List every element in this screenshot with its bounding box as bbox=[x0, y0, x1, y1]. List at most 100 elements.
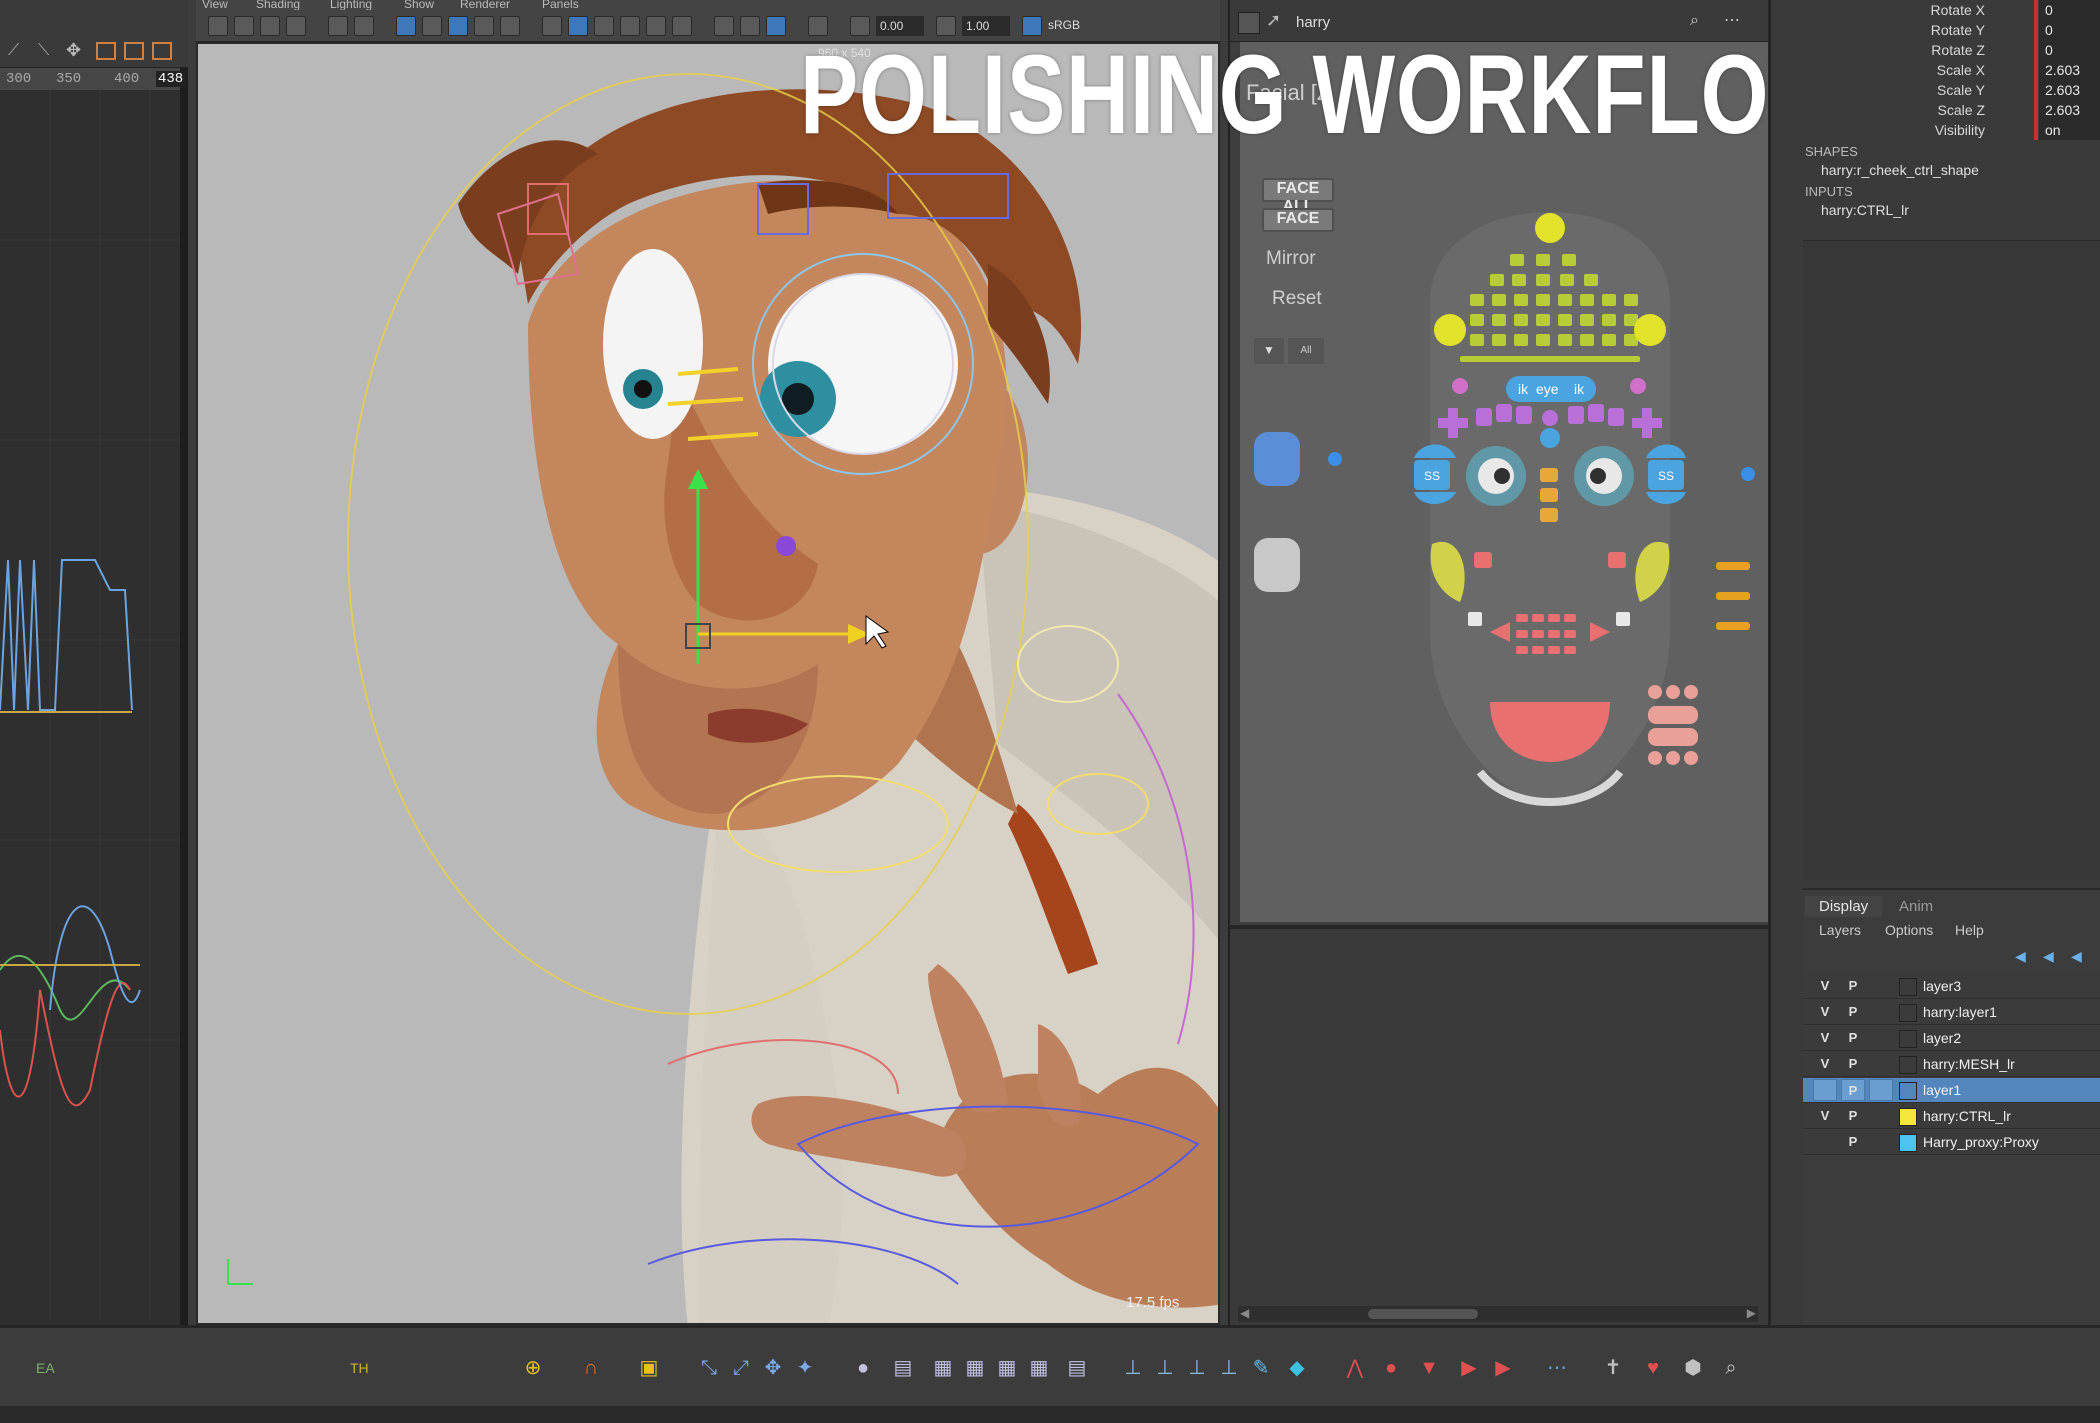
safe-action-icon[interactable] bbox=[500, 16, 520, 36]
display-type-toggle[interactable] bbox=[1869, 1079, 1893, 1101]
visibility-toggle[interactable]: V bbox=[1813, 1105, 1837, 1127]
menu-help[interactable]: Help bbox=[1955, 922, 1984, 938]
display-type-toggle[interactable] bbox=[1869, 975, 1893, 997]
xray-icon[interactable] bbox=[740, 16, 760, 36]
horizontal-scrollbar[interactable]: ◀ ▶ bbox=[1238, 1306, 1758, 1322]
layer-row[interactable]: V Player2 bbox=[1803, 1026, 2100, 1051]
layer-row[interactable]: V Player3 bbox=[1803, 974, 2100, 999]
attr-value[interactable]: 0 bbox=[2039, 20, 2100, 40]
motion-trail-icon[interactable]: ⋀ bbox=[1342, 1356, 1368, 1380]
paste-pose-icon[interactable]: ▦ bbox=[962, 1356, 988, 1380]
layer-name[interactable]: layer1 bbox=[1923, 1082, 1961, 1098]
search-icon[interactable]: ⌕ bbox=[1718, 1356, 1744, 1380]
copy-pose-icon[interactable]: ▦ bbox=[930, 1356, 956, 1380]
draw-tool-icon[interactable]: ⟍ bbox=[38, 42, 49, 60]
cube-icon[interactable]: ⬢ bbox=[1680, 1356, 1706, 1380]
select-curves-icon[interactable]: ⤡ bbox=[696, 1356, 722, 1380]
menu-layers[interactable]: Layers bbox=[1819, 922, 1861, 938]
constraint-icon-3[interactable]: ⊥ bbox=[1184, 1356, 1210, 1380]
layer-row[interactable]: V Pharry:layer1 bbox=[1803, 1000, 2100, 1025]
chevron-down-icon[interactable]: ▼ bbox=[1254, 338, 1284, 364]
attr-rotate-x[interactable]: Rotate X 0 bbox=[1771, 0, 2100, 20]
layer-name[interactable]: layer3 bbox=[1923, 978, 1961, 994]
graph-ruler[interactable]: 300 350 400 438 bbox=[0, 68, 186, 90]
visibility-toggle[interactable] bbox=[1813, 1079, 1837, 1101]
layer-name[interactable]: harry:CTRL_lr bbox=[1923, 1108, 2011, 1124]
scroll-left-icon[interactable]: ◀ bbox=[1240, 1306, 1249, 1320]
move-layer-up-icon[interactable]: ◀ bbox=[2015, 948, 2026, 965]
constraint-icon-4[interactable]: ⊥ bbox=[1216, 1356, 1242, 1380]
play-icon[interactable]: ▶ bbox=[1490, 1356, 1516, 1380]
attr-visibility[interactable]: Visibility on bbox=[1771, 120, 2100, 140]
face-control-map[interactable]: ik eye ik SS SS bbox=[1340, 162, 1760, 922]
playback-toggle[interactable]: P bbox=[1841, 975, 1865, 997]
ghost-icon[interactable]: ● bbox=[850, 1356, 876, 1380]
attr-value[interactable]: 0 bbox=[2039, 40, 2100, 60]
resolution-gate-icon[interactable] bbox=[422, 16, 442, 36]
layer-color-swatch[interactable] bbox=[1899, 1134, 1917, 1152]
key-icon[interactable]: ▣ bbox=[636, 1356, 662, 1380]
layer-color-swatch[interactable] bbox=[1899, 1004, 1917, 1022]
globe-icon[interactable]: ⊕ bbox=[520, 1356, 546, 1380]
menu-options[interactable]: Options bbox=[1885, 922, 1933, 938]
ambient-occlusion-icon[interactable] bbox=[672, 16, 692, 36]
curve-tool-icon[interactable]: ⟋ bbox=[8, 42, 19, 60]
gate-mask-icon[interactable] bbox=[448, 16, 468, 36]
ea-label[interactable]: EA bbox=[36, 1360, 55, 1376]
menu-show[interactable]: Show bbox=[404, 0, 434, 10]
bookmark-red-icon[interactable]: ▼ bbox=[1416, 1356, 1442, 1380]
xray-joints-icon[interactable] bbox=[766, 16, 786, 36]
playblast-icon[interactable]: ▶ bbox=[1456, 1356, 1482, 1380]
playback-toggle[interactable]: P bbox=[1841, 1079, 1865, 1101]
constraint-icon[interactable]: ⊥ bbox=[1120, 1356, 1146, 1380]
camera-attributes-icon[interactable] bbox=[260, 16, 280, 36]
time-slider[interactable] bbox=[0, 1406, 2100, 1423]
textured-icon[interactable] bbox=[594, 16, 614, 36]
layer-color-swatch[interactable] bbox=[1899, 1082, 1917, 1100]
display-type-toggle[interactable] bbox=[1869, 1131, 1893, 1153]
layer-color-swatch[interactable] bbox=[1899, 1030, 1917, 1048]
heart-icon[interactable]: ♥ bbox=[1640, 1356, 1666, 1380]
tween-icon[interactable]: ✥ bbox=[760, 1356, 786, 1380]
reset-button[interactable]: Reset bbox=[1272, 288, 1322, 310]
display-type-toggle[interactable] bbox=[1869, 1027, 1893, 1049]
frame-all-icon[interactable] bbox=[96, 42, 116, 60]
face-preset-button[interactable] bbox=[1254, 432, 1300, 486]
playback-toggle[interactable]: P bbox=[1841, 1105, 1865, 1127]
field-chart-icon[interactable] bbox=[474, 16, 494, 36]
move-icon[interactable]: ✥ bbox=[66, 40, 81, 61]
face-all-button[interactable]: FACE ALL bbox=[1262, 178, 1334, 215]
picker-canvas[interactable]: Facial [Z FACE ALL FACE Mirror Reset ▼ A… bbox=[1240, 42, 1768, 922]
isolate-select-icon[interactable] bbox=[714, 16, 734, 36]
face-button[interactable]: FACE bbox=[1262, 208, 1334, 232]
inputs-item[interactable]: harry:CTRL_lr bbox=[1821, 202, 1909, 218]
select-dropdown[interactable]: All bbox=[1288, 338, 1324, 364]
frame-selection-icon[interactable] bbox=[124, 42, 144, 60]
more-tools-icon[interactable]: ⋯ bbox=[1544, 1356, 1570, 1380]
search-icon[interactable]: ⌕ bbox=[1690, 12, 1699, 30]
visibility-toggle[interactable] bbox=[1813, 1131, 1837, 1153]
menu-view[interactable]: View bbox=[202, 0, 228, 10]
bookmark-icon[interactable] bbox=[286, 16, 306, 36]
attr-scale-y[interactable]: Scale Y 2.603 bbox=[1771, 80, 2100, 100]
playback-toggle[interactable]: P bbox=[1841, 1053, 1865, 1075]
cursor-icon[interactable]: ➚ bbox=[1266, 10, 1281, 31]
layer-name[interactable]: layer2 bbox=[1923, 1030, 1961, 1046]
character-name[interactable]: harry bbox=[1296, 14, 1330, 31]
attr-rotate-y[interactable]: Rotate Y 0 bbox=[1771, 20, 2100, 40]
pose-icon[interactable]: ✝ bbox=[1600, 1356, 1626, 1380]
attr-value[interactable]: 2.603 bbox=[2039, 100, 2100, 120]
attr-value[interactable]: on bbox=[2039, 120, 2100, 140]
mirror-pose-icon[interactable]: ▦ bbox=[994, 1356, 1020, 1380]
menu-panels[interactable]: Panels bbox=[542, 0, 579, 10]
shadows-icon[interactable] bbox=[646, 16, 666, 36]
smooth-shade-icon[interactable] bbox=[568, 16, 588, 36]
layer-row[interactable]: V Pharry:MESH_lr bbox=[1803, 1052, 2100, 1077]
visibility-toggle[interactable]: V bbox=[1813, 1001, 1837, 1023]
wireframe-icon[interactable] bbox=[396, 16, 416, 36]
diamond-icon[interactable]: ◆ bbox=[1284, 1356, 1310, 1380]
constraint-icon-2[interactable]: ⊥ bbox=[1152, 1356, 1178, 1380]
more-options-icon[interactable]: ⋯ bbox=[1724, 10, 1740, 30]
attr-scale-x[interactable]: Scale X 2.603 bbox=[1771, 60, 2100, 80]
lighting-icon[interactable] bbox=[620, 16, 640, 36]
